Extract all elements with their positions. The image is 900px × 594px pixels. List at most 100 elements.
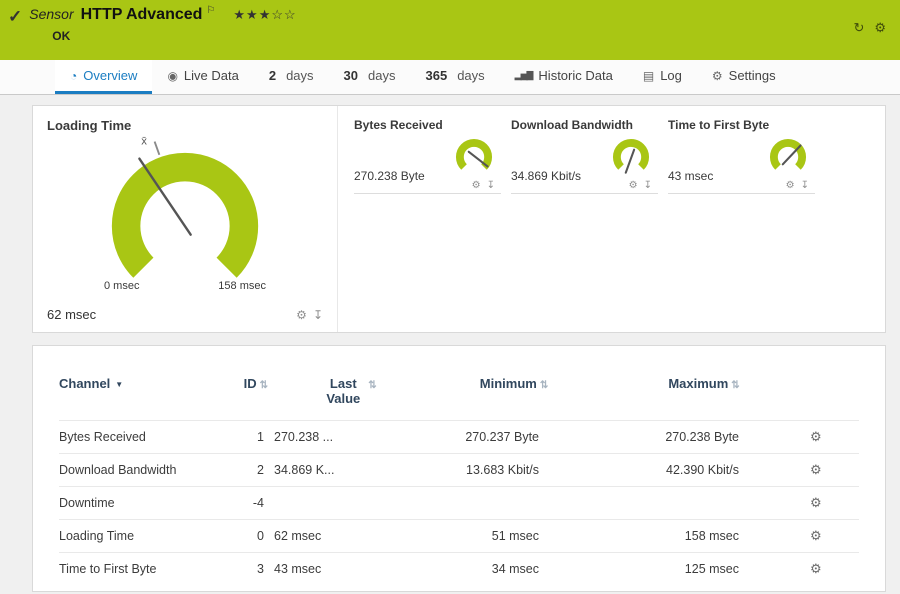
- channel-last-value: 43 msec: [274, 562, 322, 576]
- header-id-label: ID: [243, 376, 257, 391]
- channel-settings-icon[interactable]: ⚙: [810, 495, 822, 510]
- mini-pin-icon[interactable]: ↧: [801, 180, 809, 191]
- mini-pin-icon[interactable]: ↧: [644, 180, 652, 191]
- header-refresh-icon[interactable]: ↻: [853, 20, 864, 60]
- header-minimum[interactable]: Minimum ⇅: [424, 376, 604, 391]
- header-maximum-label: Maximum: [668, 376, 729, 391]
- sensor-title-block: Sensor HTTP Advanced ⚐ ★★★☆☆ OK: [29, 5, 296, 60]
- loading-time-gauge: x̄: [90, 133, 280, 290]
- channel-id: 1: [257, 430, 264, 444]
- channel-name[interactable]: Bytes Received: [59, 430, 219, 444]
- header-last-value[interactable]: Last Value ⇅: [274, 376, 424, 406]
- table-row: Time to First Byte 3 43 msec 34 msec 125…: [59, 552, 859, 585]
- sensor-title: HTTP Advanced: [80, 6, 203, 23]
- header-minimum-label: Minimum: [479, 376, 537, 391]
- channel-minimum: 51 msec: [491, 529, 539, 543]
- tab-historic-data-label: Historic Data: [538, 68, 613, 83]
- flag-icon[interactable]: ⚐: [206, 5, 215, 16]
- channel-name[interactable]: Loading Time: [59, 529, 219, 543]
- gauge-svg: x̄: [111, 135, 259, 278]
- tab-30-days[interactable]: 30 days: [329, 60, 411, 94]
- header-maximum[interactable]: Maximum ⇅: [604, 376, 804, 391]
- channel-settings-icon[interactable]: ⚙: [810, 462, 822, 477]
- channel-dropdown-icon[interactable]: ▼: [115, 380, 123, 389]
- tab-2-days[interactable]: 2 days: [254, 60, 329, 94]
- tab-2-days-number: 2: [268, 68, 277, 83]
- mini-gear-icon[interactable]: ⚙: [786, 180, 795, 191]
- settings-gear-icon: ⚙: [711, 68, 723, 83]
- mini-gauge-arc: [770, 138, 806, 170]
- mini-gauge-arc: [613, 138, 649, 170]
- mini-gauge-svg: [613, 138, 649, 174]
- channel-name[interactable]: Downtime: [59, 496, 219, 510]
- tab-settings[interactable]: ⚙ Settings: [697, 60, 791, 94]
- channel-minimum: 34 msec: [491, 562, 539, 576]
- tab-overview-label: Overview: [83, 68, 138, 83]
- mini-gear-icon[interactable]: ⚙: [472, 180, 481, 191]
- table-row: Loading Time 0 62 msec 51 msec 158 msec …: [59, 519, 859, 552]
- tab-settings-label: Settings: [728, 68, 776, 83]
- tab-365-days[interactable]: 365 days: [410, 60, 499, 94]
- mini-gauge-bytes-received: Bytes Received 270.238 Byte ⚙ ↧: [344, 118, 501, 332]
- priority-stars[interactable]: ★★★☆☆: [233, 7, 296, 23]
- sort-icon[interactable]: ⇅: [731, 380, 739, 391]
- mini-value: 34.869 Kbit/s: [511, 169, 582, 183]
- header-channel-label: Channel: [59, 376, 111, 391]
- channel-name[interactable]: Time to First Byte: [59, 562, 219, 576]
- channel-id: -4: [252, 496, 264, 510]
- channel-name[interactable]: Download Bandwidth: [59, 463, 219, 477]
- sensor-status: OK: [52, 29, 71, 43]
- sort-icon[interactable]: ⇅: [368, 380, 376, 391]
- tab-30-days-label: days: [368, 68, 396, 83]
- header-id[interactable]: ID ⇅: [219, 376, 274, 391]
- channel-id: 2: [257, 463, 264, 477]
- channel-settings-icon[interactable]: ⚙: [810, 429, 822, 444]
- loading-time-title: Loading Time: [47, 118, 132, 133]
- status-ok-check-icon: ✓: [8, 7, 23, 26]
- mini-title: Bytes Received: [354, 118, 443, 132]
- mini-title: Time to First Byte: [668, 118, 770, 132]
- tab-log[interactable]: ▤ Log: [628, 60, 697, 94]
- gauge-arc: [111, 152, 259, 278]
- channel-maximum: 270.238 Byte: [665, 430, 739, 444]
- table-row: Downtime -4 ⚙: [59, 486, 859, 519]
- channel-settings-icon[interactable]: ⚙: [810, 561, 822, 576]
- mini-gauge-download-bandwidth: Download Bandwidth 34.869 Kbit/s ⚙ ↧: [501, 118, 658, 332]
- channel-last-value: 62 msec: [274, 529, 322, 543]
- tab-2-days-label: days: [286, 68, 314, 83]
- channel-maximum: 42.390 Kbit/s: [666, 463, 739, 477]
- mini-pin-icon[interactable]: ↧: [487, 180, 495, 191]
- channel-last-value: 270.238 ...: [274, 430, 334, 444]
- mini-gauge-svg: [456, 138, 492, 170]
- live-data-broadcast-icon: ◉: [167, 68, 178, 83]
- gauge-scale-max: 158 msec: [218, 280, 266, 292]
- tab-overview[interactable]: ◔ Overview: [55, 60, 153, 94]
- channel-table-header: Channel ▼ ID ⇅ Last Value⇅ Minimum ⇅ Maximu…: [59, 372, 859, 420]
- sort-icon[interactable]: ⇅: [540, 380, 548, 391]
- tab-historic-data[interactable]: ▂▅▇ Historic Data: [500, 60, 628, 94]
- mini-gauge-needle: [624, 148, 636, 174]
- channel-id: 0: [257, 529, 264, 543]
- tab-live-data-label: Live Data: [183, 68, 239, 83]
- gauge-pin-icon[interactable]: ↧: [313, 308, 323, 322]
- sensor-header: ✓ Sensor HTTP Advanced ⚐ ★★★☆☆ OK ↻ ⚙: [0, 0, 900, 60]
- mini-gear-icon[interactable]: ⚙: [629, 180, 638, 191]
- tab-log-label: Log: [660, 68, 682, 83]
- header-channel[interactable]: Channel ▼: [59, 376, 219, 391]
- channel-maximum: 125 msec: [684, 562, 739, 576]
- channel-minimum: 270.237 Byte: [465, 430, 539, 444]
- gauges-panel: Loading Time x̄ 0 msec 158 msec 62 msec …: [32, 105, 886, 333]
- tab-live-data[interactable]: ◉ Live Data: [152, 60, 253, 94]
- mini-gauge-svg: [770, 138, 806, 170]
- tab-365-days-label: days: [457, 68, 485, 83]
- tab-365-days-number: 365: [425, 68, 448, 83]
- sort-icon[interactable]: ⇅: [260, 380, 268, 391]
- channel-maximum: 158 msec: [684, 529, 739, 543]
- gauge-gear-icon[interactable]: ⚙: [296, 308, 307, 322]
- tab-30-days-number: 30: [343, 68, 359, 83]
- gauge-scale-min: 0 msec: [104, 280, 140, 292]
- channel-table-panel: Channel ▼ ID ⇅ Last Value⇅ Minimum ⇅ Maximu…: [32, 345, 886, 592]
- loading-time-value: 62 msec: [47, 307, 97, 322]
- header-gear-icon[interactable]: ⚙: [874, 20, 886, 60]
- channel-settings-icon[interactable]: ⚙: [810, 528, 822, 543]
